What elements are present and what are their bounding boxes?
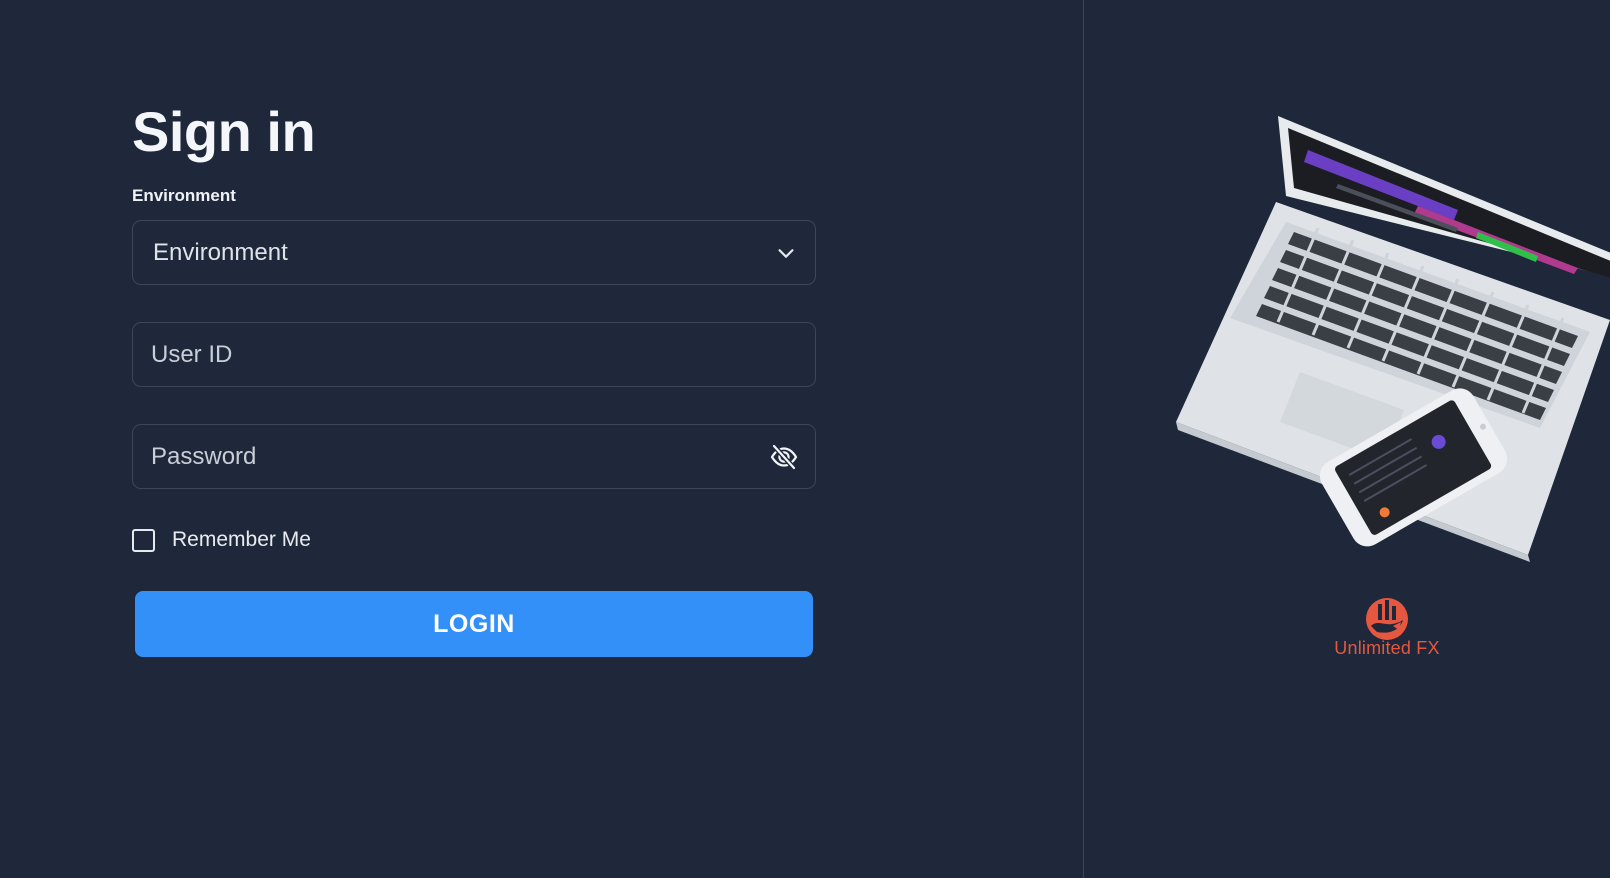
laptop-phone-illustration (1176, 116, 1610, 562)
sign-in-form: Sign in Environment Environment User ID … (132, 96, 816, 657)
remember-me-checkbox[interactable] (132, 528, 155, 552)
password-placeholder: Password (151, 442, 257, 470)
user-id-placeholder: User ID (151, 340, 233, 368)
remember-me-label[interactable]: Remember Me (172, 528, 311, 552)
eye-off-icon[interactable] (769, 442, 799, 472)
brand: Unlimited FX (1312, 596, 1462, 659)
chevron-down-icon (778, 248, 794, 258)
login-button[interactable]: LOGIN (135, 591, 813, 657)
remember-me: Remember Me (132, 527, 816, 553)
promo-panel: Unlimited FX (1084, 0, 1610, 878)
brand-name: Unlimited FX (1334, 638, 1440, 658)
page-title: Sign in (132, 100, 316, 163)
environment-select[interactable]: Environment (132, 220, 816, 285)
user-id-field[interactable]: User ID (132, 322, 816, 387)
environment-label: Environment (132, 186, 236, 205)
unlimited-fx-logo (1366, 598, 1408, 640)
environment-select-value: Environment (153, 238, 288, 266)
sign-in-panel: Sign in Environment Environment User ID … (0, 0, 1084, 878)
password-field[interactable]: Password (132, 424, 816, 489)
